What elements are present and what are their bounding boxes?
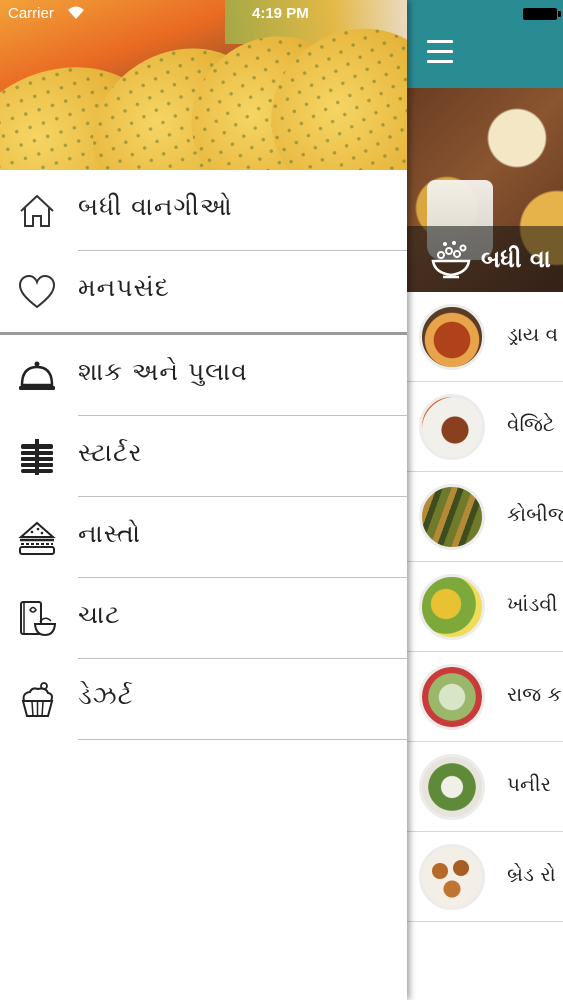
recipe-thumbnail bbox=[419, 484, 485, 550]
recipe-title: બ્રેડ રો bbox=[507, 862, 556, 886]
menu-item-chaat[interactable]: ચાટ bbox=[0, 578, 407, 659]
menu-item-label: મનપસંદ bbox=[78, 273, 170, 302]
menu-item-shaak-pulav[interactable]: શાક અને પુલાવ bbox=[0, 335, 407, 416]
recipe-thumbnail bbox=[419, 394, 485, 460]
cupcake-icon bbox=[21, 682, 54, 717]
recipe-title: વેજિટે bbox=[507, 412, 555, 436]
recipe-thumbnail bbox=[419, 844, 485, 910]
status-bar: Carrier 4:19 PM bbox=[0, 0, 407, 28]
wifi-icon bbox=[68, 6, 84, 19]
banner-caption: બધી વા bbox=[407, 226, 563, 292]
recipe-book-icon bbox=[20, 601, 56, 637]
bowl-icon bbox=[431, 241, 471, 279]
list-item[interactable]: રાજ ક bbox=[407, 652, 563, 742]
recipe-title: ખાંડવી bbox=[507, 592, 558, 616]
sandwich-icon bbox=[18, 521, 56, 555]
cloche-icon bbox=[19, 361, 55, 390]
menu-item-label: ચાટ bbox=[78, 600, 121, 629]
menu-item-label: બધી વાનગીઓ bbox=[78, 192, 233, 221]
recipe-title: કોબીજ bbox=[507, 502, 563, 526]
sandwich-stack-icon bbox=[21, 439, 53, 475]
list-item[interactable]: વેજિટે bbox=[407, 382, 563, 472]
list-item[interactable]: બ્રેડ રો bbox=[407, 832, 563, 922]
main-screen: બધી વા ડ્રાય વ વેજિટે કોબીજ ખાંડવી રાજ ક… bbox=[407, 0, 563, 1000]
recipe-thumbnail bbox=[419, 304, 485, 370]
recipe-thumbnail bbox=[419, 664, 485, 730]
clock: 4:19 PM bbox=[252, 5, 309, 22]
menu-item-label: ડેઝર્ટ bbox=[78, 681, 134, 710]
recipe-title: રાજ ક bbox=[507, 682, 562, 706]
menu-item-starter[interactable]: સ્ટાર્ટર bbox=[0, 416, 407, 497]
heart-icon bbox=[18, 274, 56, 309]
main-top-bar bbox=[407, 0, 563, 88]
menu-item-label: નાસ્તો bbox=[78, 519, 141, 548]
home-icon bbox=[20, 194, 54, 227]
list-item[interactable]: ખાંડવી bbox=[407, 562, 563, 652]
list-item[interactable]: કોબીજ bbox=[407, 472, 563, 562]
menu-item-dessert[interactable]: ડેઝર્ટ bbox=[0, 659, 407, 740]
menu-item-all-recipes[interactable]: બધી વાનગીઓ bbox=[0, 170, 407, 251]
divider bbox=[78, 739, 407, 740]
recipe-list[interactable]: ડ્રાય વ વેજિટે કોબીજ ખાંડવી રાજ ક પનીર બ… bbox=[407, 292, 563, 922]
menu-item-nasto[interactable]: નાસ્તો bbox=[0, 497, 407, 578]
menu-item-label: શાક અને પુલાવ bbox=[78, 357, 248, 386]
recipe-title: પનીર bbox=[507, 772, 551, 796]
menu-item-favorites[interactable]: મનપસંદ bbox=[0, 251, 407, 332]
recipe-title: ડ્રાય વ bbox=[507, 322, 559, 346]
drawer-menu: બધી વાનગીઓ મનપસંદ શાક અને પુલાવ સ્ટાર્ટર… bbox=[0, 170, 407, 740]
list-item[interactable]: ડ્રાય વ bbox=[407, 292, 563, 382]
carrier-label: Carrier bbox=[8, 5, 54, 22]
recipe-thumbnail bbox=[419, 574, 485, 640]
list-item[interactable]: પનીર bbox=[407, 742, 563, 832]
hamburger-menu-icon[interactable] bbox=[427, 40, 453, 64]
menu-item-label: સ્ટાર્ટર bbox=[78, 438, 143, 467]
navigation-drawer[interactable]: Carrier 4:19 PM બધી વાનગીઓ મનપસંદ શાક અન… bbox=[0, 0, 407, 1000]
recipe-thumbnail bbox=[419, 754, 485, 820]
battery-icon bbox=[523, 8, 561, 20]
banner-caption-text: બધી વા bbox=[481, 245, 551, 273]
